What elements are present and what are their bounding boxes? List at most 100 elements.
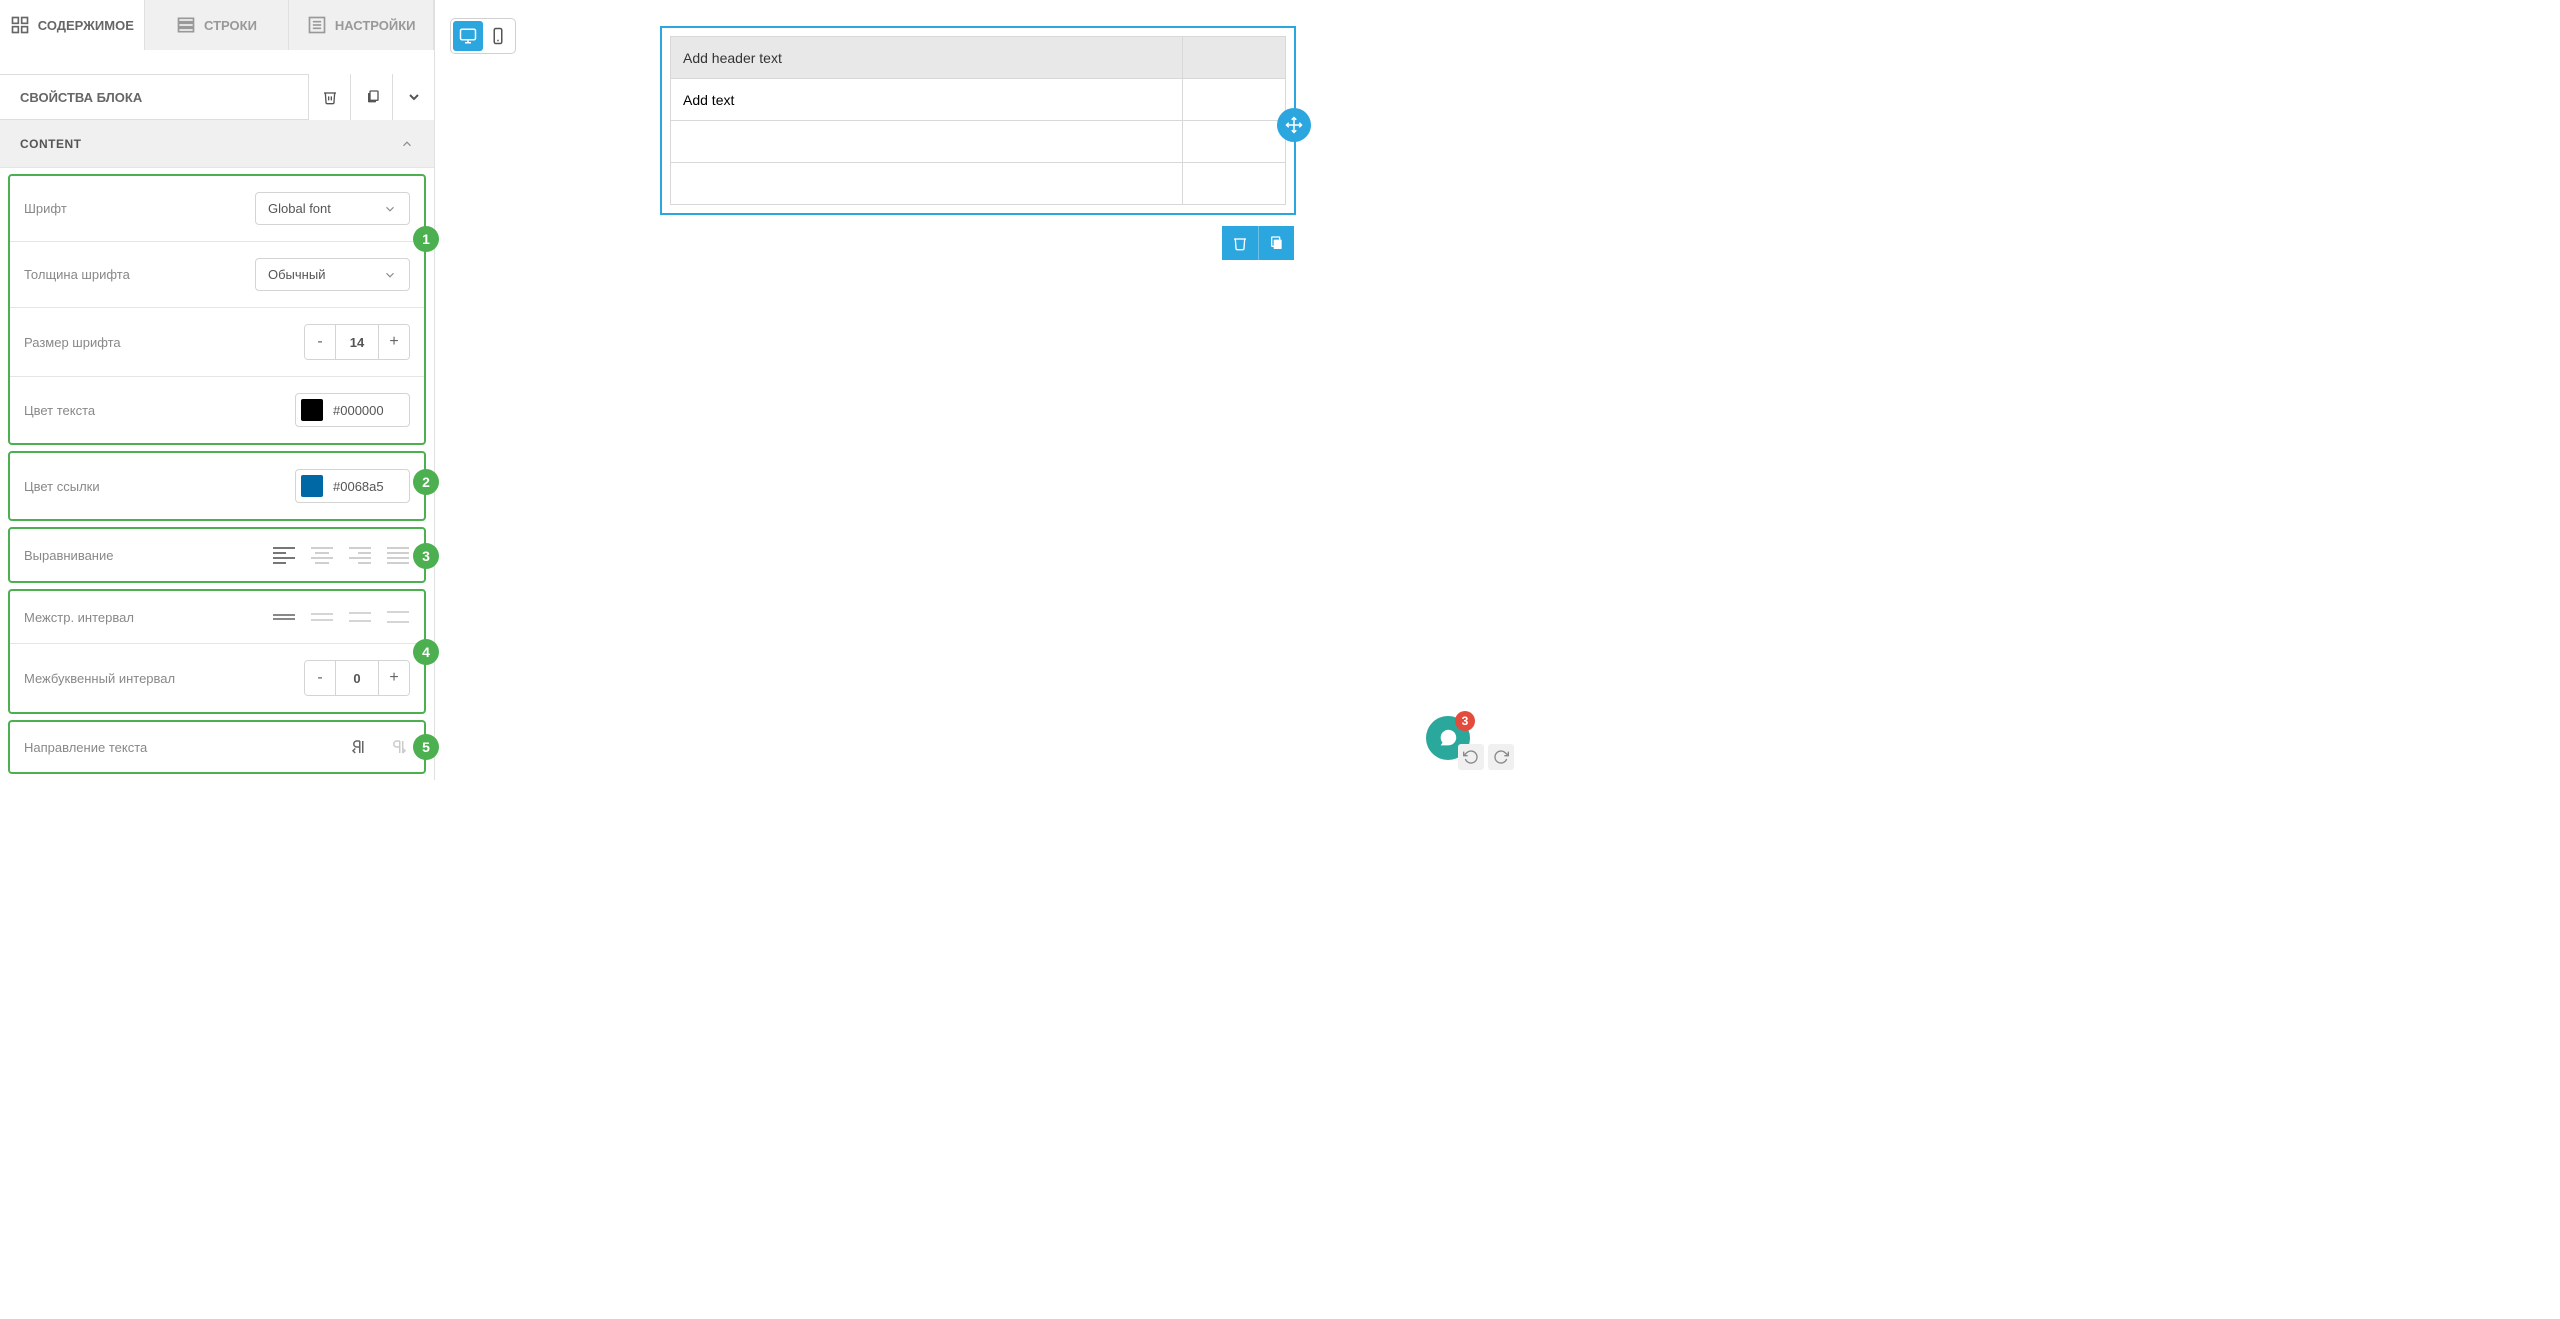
direction-ltr-button[interactable] [388,738,410,756]
align-justify-button[interactable] [386,545,410,565]
annotation-badge-3: 3 [413,543,439,569]
copy-icon [1269,235,1285,251]
stepper-plus[interactable]: + [379,325,409,359]
line-height-buttons [272,607,410,627]
settings-icon [307,15,327,35]
color-value: #000000 [333,403,384,418]
stepper-minus[interactable]: - [305,325,335,359]
section-title: CONTENT [20,137,82,151]
email-block-selected[interactable]: Add header text Add text [660,26,1296,215]
rows-icon [176,15,196,35]
chat-icon [1437,727,1459,749]
table-cell[interactable] [1182,163,1285,205]
align-buttons [272,545,410,565]
select-value: Обычный [268,267,325,282]
prop-label: Размер шрифта [24,335,121,350]
delete-selected-button[interactable] [1222,226,1258,260]
chevron-up-icon [400,137,414,151]
pilcrow-rtl-icon [348,738,370,756]
text-color-picker[interactable]: #000000 [295,393,410,427]
align-left-button[interactable] [272,545,296,565]
chevron-down-icon [383,268,397,282]
prop-letter-spacing: Межбуквенный интервал - 0 + [10,644,424,712]
duplicate-icon [364,89,380,105]
block-inline-actions [1222,226,1294,260]
block-header-title: СВОЙСТВА БЛОКА [20,90,142,105]
collapse-block-button[interactable] [392,74,434,120]
stepper-minus[interactable]: - [305,661,335,695]
color-swatch [301,399,323,421]
prop-group-font: 1 Шрифт Global font Толщина шрифта Обычн… [8,174,426,445]
desktop-view-button[interactable] [453,21,483,51]
chevron-down-icon [383,202,397,216]
history-controls [1458,744,1514,770]
prop-align: Выравнивание [10,529,424,581]
table-cell[interactable] [1182,121,1285,163]
prop-weight: Толщина шрифта Обычный [10,242,424,308]
chevron-down-icon [406,89,422,105]
prop-group-direction: 5 Направление текста [8,720,426,774]
undo-button[interactable] [1458,744,1484,770]
font-select[interactable]: Global font [255,192,410,225]
align-right-button[interactable] [348,545,372,565]
lh-loose-button[interactable] [348,607,372,627]
weight-select[interactable]: Обычный [255,258,410,291]
move-handle[interactable] [1277,108,1311,142]
annotation-badge-5: 5 [413,734,439,760]
redo-icon [1493,749,1509,765]
content-icon [10,15,30,35]
tab-rows[interactable]: СТРОКИ [145,0,290,50]
tab-content[interactable]: СОДЕРЖИМОЕ [0,0,145,50]
device-toggle [450,18,516,54]
block-header-actions [308,74,434,120]
prop-size: Размер шрифта - 14 + [10,308,424,377]
letter-spacing-stepper: - 0 + [304,660,410,696]
select-value: Global font [268,201,331,216]
tab-label: СТРОКИ [204,18,257,33]
color-swatch [301,475,323,497]
table-cell[interactable] [671,121,1183,163]
undo-icon [1463,749,1479,765]
lh-normal-button[interactable] [310,607,334,627]
table-header-cell[interactable] [1182,37,1285,79]
redo-button[interactable] [1488,744,1514,770]
annotation-badge-2: 2 [413,469,439,495]
trash-icon [1232,235,1248,251]
copy-selected-button[interactable] [1258,226,1294,260]
mobile-icon [489,27,507,45]
prop-label: Направление текста [24,740,147,755]
duplicate-block-button[interactable] [350,74,392,120]
prop-label: Выравнивание [24,548,113,563]
stepper-plus[interactable]: + [379,661,409,695]
delete-block-button[interactable] [308,74,350,120]
lh-xloose-button[interactable] [386,607,410,627]
mobile-view-button[interactable] [483,21,513,51]
prop-group-link-color: 2 Цвет ссылки #0068a5 [8,451,426,521]
prop-font: Шрифт Global font [10,176,424,242]
align-center-button[interactable] [310,545,334,565]
annotation-badge-1: 1 [413,226,439,252]
table-header-cell[interactable]: Add header text [671,37,1183,79]
lh-tight-button[interactable] [272,607,296,627]
prop-line-height: Межстр. интервал [10,591,424,644]
size-stepper: - 14 + [304,324,410,360]
trash-icon [322,89,338,105]
prop-group-align: 3 Выравнивание [8,527,426,583]
table-cell[interactable] [1182,79,1285,121]
prop-group-spacing: 4 Межстр. интервал Межбуквенный интервал… [8,589,426,714]
prop-label: Цвет ссылки [24,479,100,494]
tab-settings[interactable]: НАСТРОЙКИ [289,0,434,50]
tab-label: НАСТРОЙКИ [335,18,416,33]
main-tabs: СОДЕРЖИМОЕ СТРОКИ НАСТРОЙКИ [0,0,434,50]
stepper-value: 14 [335,325,379,359]
section-content-header[interactable]: CONTENT [0,120,434,168]
table-cell[interactable] [671,163,1183,205]
prop-label: Цвет текста [24,403,95,418]
annotation-badge-4: 4 [413,639,439,665]
direction-rtl-button[interactable] [348,738,370,756]
table-cell[interactable]: Add text [671,79,1183,121]
stepper-value: 0 [335,661,379,695]
prop-label: Толщина шрифта [24,267,130,282]
link-color-picker[interactable]: #0068a5 [295,469,410,503]
prop-label: Межстр. интервал [24,610,134,625]
